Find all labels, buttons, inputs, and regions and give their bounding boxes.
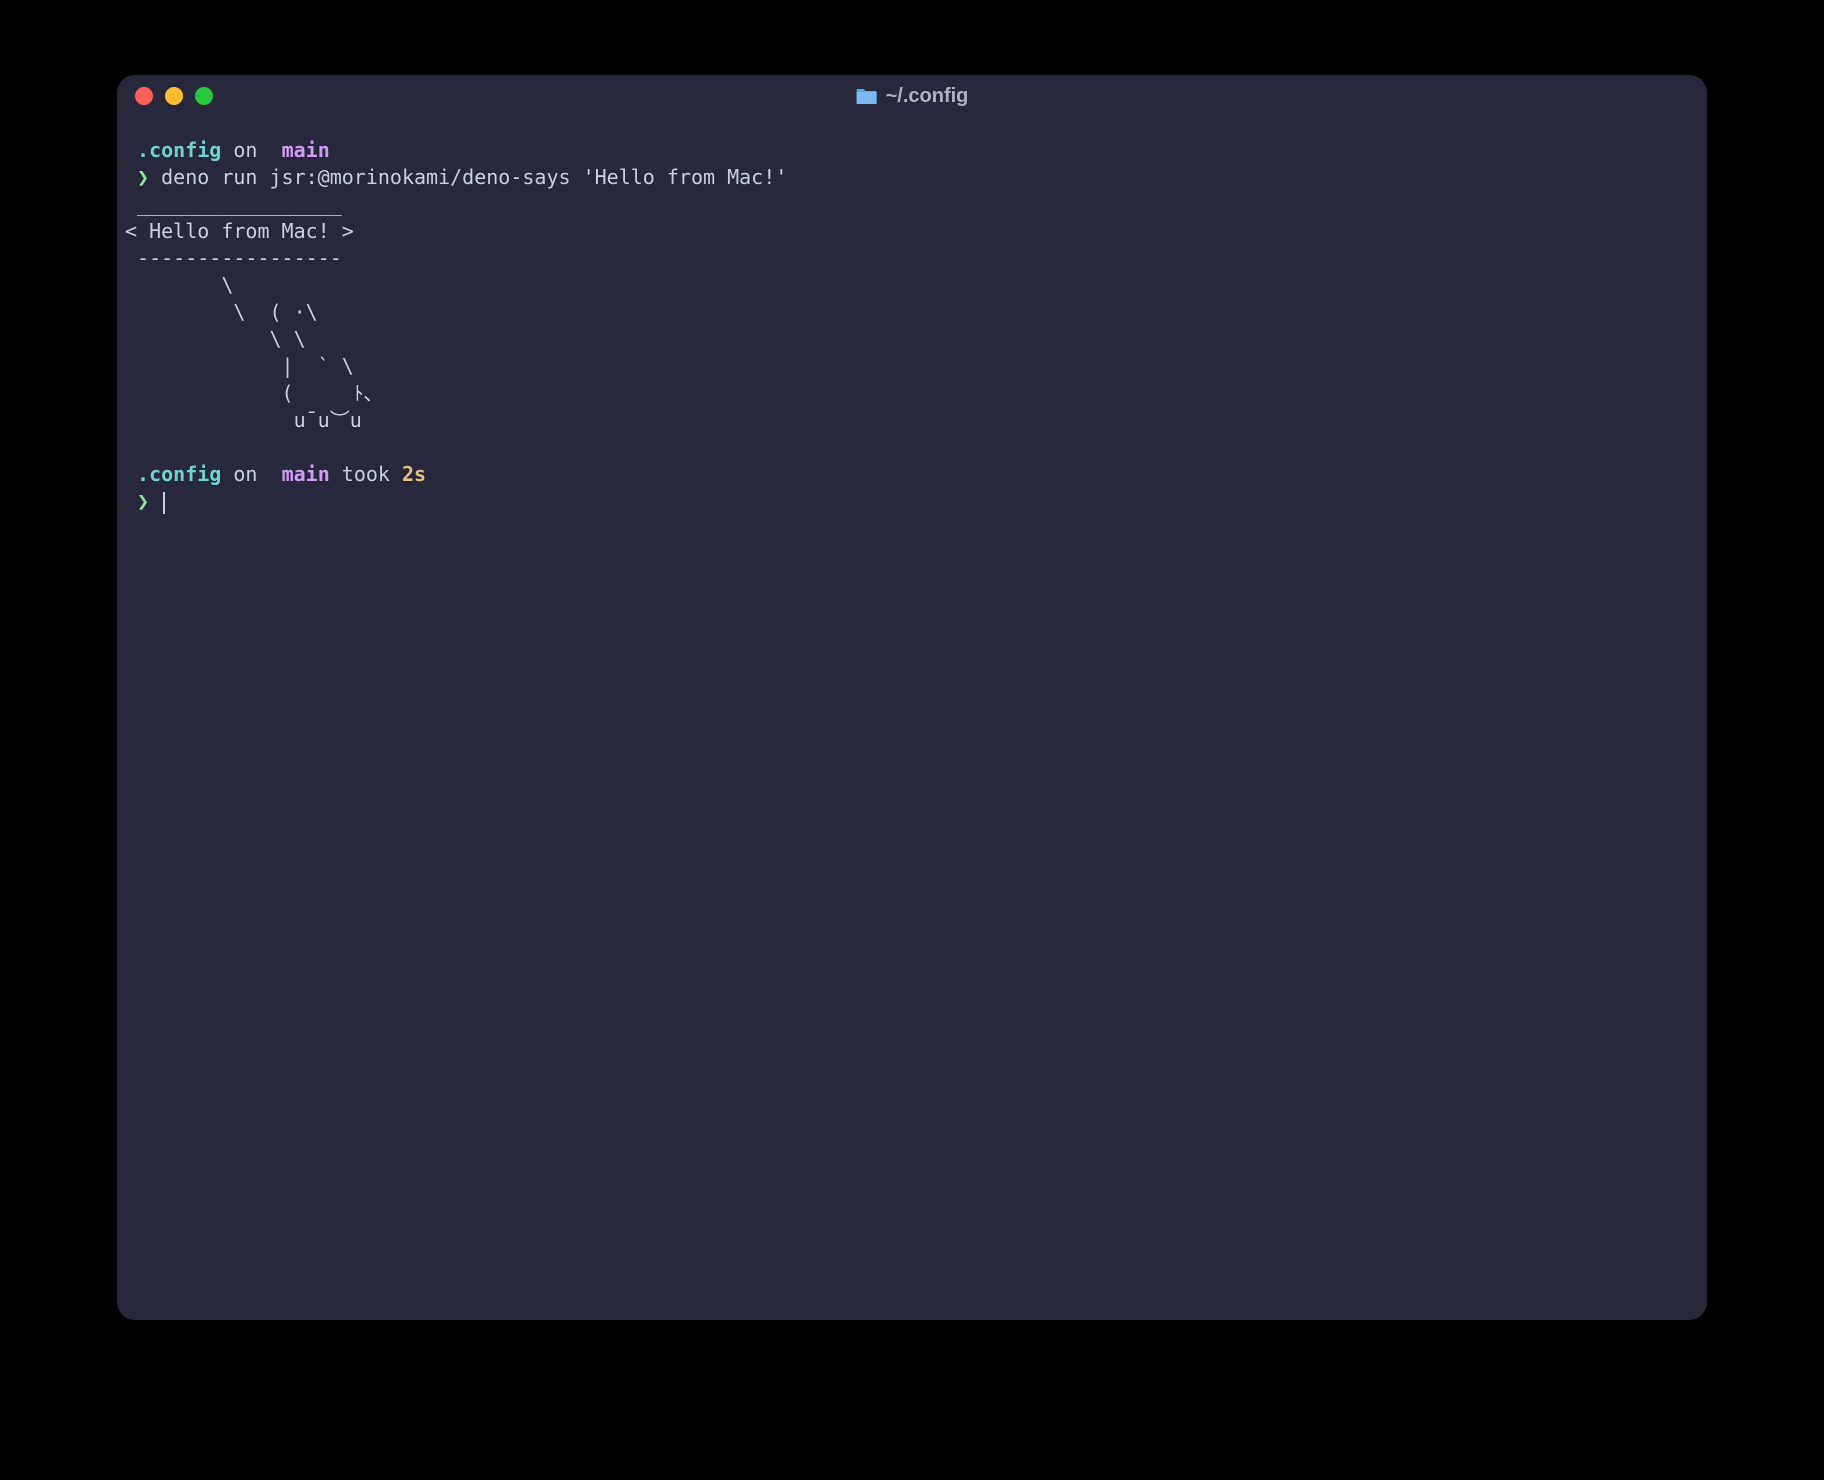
cursor [163, 492, 165, 514]
close-button[interactable] [135, 87, 153, 105]
prompt-chevron: ❯ [137, 489, 149, 513]
title-bar: ~/.config [117, 75, 1707, 117]
prompt-chevron: ❯ [137, 165, 149, 189]
output-line: ----------------- [125, 246, 342, 270]
terminal-body[interactable]: .config on main ❯ deno run jsr:@morinoka… [117, 117, 1707, 1320]
prompt-duration: 2s [402, 462, 426, 486]
prompt-took: took [342, 462, 390, 486]
output-line: | ` \ [125, 354, 354, 378]
prompt-path: .config [137, 138, 221, 162]
prompt-on: on [233, 462, 257, 486]
window-title: ~/.config [856, 85, 969, 108]
window-title-text: ~/.config [886, 85, 969, 108]
output-line: u¯u︶u [125, 408, 362, 432]
prompt-branch: main [282, 462, 330, 486]
prompt-line-1: .config on main [125, 137, 1699, 164]
output-line: < Hello from Mac! > [125, 219, 354, 243]
traffic-lights [135, 87, 213, 105]
output-line: \ ( ·\ [125, 300, 318, 324]
command-line-2: ❯ [125, 488, 1699, 515]
terminal-window: ~/.config .config on main ❯ deno run jsr… [117, 75, 1707, 1320]
output-line: _________________ [125, 192, 342, 216]
output-line: \ [125, 273, 233, 297]
prompt-on: on [233, 138, 257, 162]
prompt-path: .config [137, 462, 221, 486]
prompt-branch: main [282, 138, 330, 162]
command-line-1: ❯ deno run jsr:@morinokami/deno-says 'He… [125, 164, 1699, 191]
maximize-button[interactable] [195, 87, 213, 105]
prompt-line-2: .config on main took 2s [125, 461, 1699, 488]
command-text: deno run jsr:@morinokami/deno-says 'Hell… [161, 165, 787, 189]
minimize-button[interactable] [165, 87, 183, 105]
output-line: \ \ [125, 327, 306, 351]
output-line: ( ﾄ､ [125, 381, 374, 405]
folder-icon [856, 87, 878, 105]
